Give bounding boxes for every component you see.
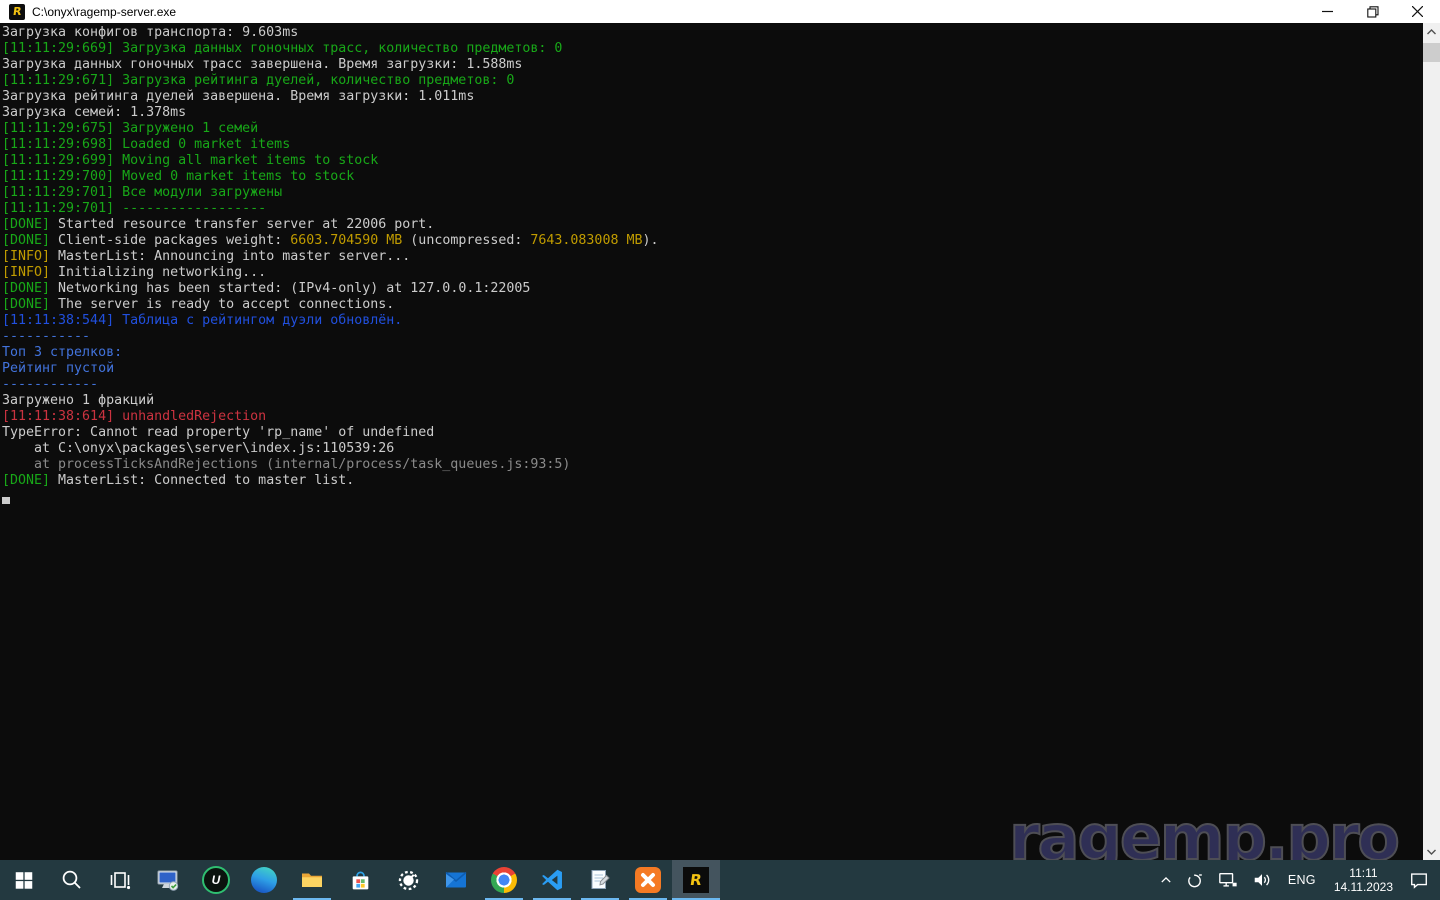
console-line: [DONE] Started resource transfer server … — [2, 217, 1422, 233]
xampp-icon — [635, 867, 661, 893]
console-line: Топ 3 стрелков: — [2, 345, 1422, 361]
close-button[interactable] — [1395, 0, 1440, 23]
vscode-icon — [539, 867, 565, 893]
taskbar-clock[interactable]: 11:11 14.11.2023 — [1325, 866, 1402, 894]
console-line: Загрузка конфигов транспорта: 9.603ms — [2, 25, 1422, 41]
task-view-icon — [108, 868, 132, 892]
notepad-icon — [587, 867, 613, 893]
console-line: [11:11:29:669] Загрузка данных гоночных … — [2, 41, 1422, 57]
restore-icon — [1367, 6, 1379, 18]
console-line: [11:11:29:675] Загружено 1 семей — [2, 121, 1422, 137]
close-icon — [1412, 6, 1423, 17]
notepad-button[interactable] — [576, 860, 624, 900]
console-line: [11:11:29:700] Moved 0 market items to s… — [2, 169, 1422, 185]
console-line: [11:11:29:671] Загрузка рейтинга дуелей,… — [2, 73, 1422, 89]
microsoft-store-icon — [348, 868, 373, 893]
console-output: Загрузка конфигов транспорта: 9.603ms[11… — [2, 25, 1422, 489]
console-line: [11:11:29:698] Loaded 0 market items — [2, 137, 1422, 153]
windows-logo-icon — [13, 869, 35, 891]
language-indicator[interactable]: ENG — [1279, 860, 1325, 900]
console-line: TypeError: Cannot read property 'rp_name… — [2, 425, 1422, 441]
tray-app-icon — [1185, 870, 1205, 890]
network-icon — [1217, 870, 1239, 890]
ragemp-server-button[interactable]: R — [672, 860, 720, 900]
scrollbar-thumb[interactable] — [1423, 43, 1440, 62]
console-line: [DONE] MasterList: Connected to master l… — [2, 473, 1422, 489]
console-line: [DONE] The server is ready to accept con… — [2, 297, 1422, 313]
ragemp-app-icon: R — [9, 4, 25, 20]
console-line: Загрузка данных гоночных трасс завершена… — [2, 57, 1422, 73]
console-line: [11:11:38:614] unhandledRejection — [2, 409, 1422, 425]
console-line: [INFO] Initializing networking... — [2, 265, 1422, 281]
ragemp-icon: R — [683, 867, 709, 893]
clock-time: 11:11 — [1334, 866, 1393, 880]
minimize-button[interactable] — [1305, 0, 1350, 23]
console-line: [11:11:29:701] Все модули загружены — [2, 185, 1422, 201]
console-line: [DONE] Client-side packages weight: 6603… — [2, 233, 1422, 249]
xampp-button[interactable] — [624, 860, 672, 900]
volume-icon — [1251, 870, 1273, 890]
console-line: at C:\onyx\packages\server\index.js:1105… — [2, 441, 1422, 457]
chevron-up-icon — [1427, 29, 1436, 35]
console-line: Рейтинг пустой — [2, 361, 1422, 377]
mail-button[interactable] — [432, 860, 480, 900]
start-button[interactable] — [0, 860, 48, 900]
console-line: [DONE] Networking has been started: (IPv… — [2, 281, 1422, 297]
remote-desktop-icon — [155, 867, 181, 893]
file-explorer-icon — [299, 867, 325, 893]
gauge-app-button[interactable] — [384, 860, 432, 900]
console-line: [11:11:38:544] Таблица с рейтингом дуэли… — [2, 313, 1422, 329]
notification-bubble-icon — [1408, 870, 1430, 890]
chrome-button[interactable] — [480, 860, 528, 900]
console-line: [11:11:29:701] ------------------ — [2, 201, 1422, 217]
clock-date: 14.11.2023 — [1334, 880, 1393, 894]
microsoft-store-button[interactable] — [336, 860, 384, 900]
console-line: Загрузка семей: 1.378ms — [2, 105, 1422, 121]
restore-button[interactable] — [1350, 0, 1395, 23]
edge-button[interactable] — [240, 860, 288, 900]
chevron-up-icon — [1159, 874, 1173, 886]
iobit-uninstaller-icon: U — [202, 866, 230, 894]
scroll-down-button[interactable] — [1423, 843, 1440, 860]
taskbar: U — [0, 860, 1440, 900]
scroll-up-button[interactable] — [1423, 23, 1440, 40]
network-button[interactable] — [1211, 860, 1245, 900]
chrome-icon — [491, 867, 517, 893]
console-line: ----------- — [2, 329, 1422, 345]
iobit-uninstaller-button[interactable]: U — [192, 860, 240, 900]
window-title: C:\onyx\ragemp-server.exe — [32, 5, 1305, 19]
file-explorer-button[interactable] — [288, 860, 336, 900]
console-line: ------------ — [2, 377, 1422, 393]
chevron-down-icon — [1427, 849, 1436, 855]
remote-desktop-button[interactable] — [144, 860, 192, 900]
mail-icon — [443, 867, 469, 893]
console-line: Загрузка рейтинга дуелей завершена. Врем… — [2, 89, 1422, 105]
vertical-scrollbar[interactable] — [1423, 23, 1440, 860]
notifications-button[interactable] — [1402, 860, 1436, 900]
console-line: at processTicksAndRejections (internal/p… — [2, 457, 1422, 473]
minimize-icon — [1322, 6, 1333, 17]
tray-app-button[interactable] — [1179, 860, 1211, 900]
caption-buttons — [1305, 0, 1440, 23]
console-line: [11:11:29:699] Moving all market items t… — [2, 153, 1422, 169]
console-line: Загружено 1 фракций — [2, 393, 1422, 409]
console-cursor — [2, 497, 10, 504]
title-bar: R C:\onyx\ragemp-server.exe — [0, 0, 1440, 23]
edge-icon — [251, 867, 277, 893]
show-hidden-icons-button[interactable] — [1153, 860, 1179, 900]
gauge-icon — [396, 868, 421, 893]
screen: R C:\onyx\ragemp-server.exe Загрузка кон… — [0, 0, 1440, 900]
console-window[interactable]: Загрузка конфигов транспорта: 9.603ms[11… — [0, 23, 1440, 860]
task-view-button[interactable] — [96, 860, 144, 900]
vscode-button[interactable] — [528, 860, 576, 900]
console-line: [INFO] MasterList: Announcing into maste… — [2, 249, 1422, 265]
volume-button[interactable] — [1245, 860, 1279, 900]
search-icon — [60, 868, 84, 892]
taskbar-search-button[interactable] — [48, 860, 96, 900]
system-tray: ENG 11:11 14.11.2023 — [1153, 860, 1440, 900]
